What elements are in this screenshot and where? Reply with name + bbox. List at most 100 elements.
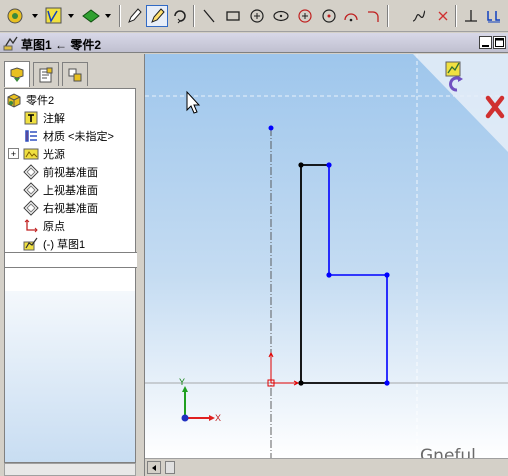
canvas-horizontal-scrollbar[interactable] [145,458,508,476]
tree-item-annotations[interactable]: 注解 [23,109,65,126]
minimize-icon [482,45,489,47]
toolbar-separator [193,5,195,27]
property-manager-icon [39,67,53,82]
configuration-manager-icon [68,68,82,81]
annotation-icon [23,110,39,126]
sketch-pencil-button[interactable] [123,5,145,27]
sketch-point[interactable] [326,272,332,278]
rotate-icon [174,10,186,24]
arrow-left-icon [152,464,156,471]
spline-button[interactable] [408,5,430,27]
line-button[interactable] [198,5,220,27]
tree-root-label: 零件2 [26,94,55,107]
tree-item-material[interactable]: 材质 <未指定> [23,127,114,144]
tree-item-label: 光源 [43,148,65,161]
sketch-relation-icon [45,7,74,24]
rectangle-button[interactable] [222,5,244,27]
graphics-area[interactable]: Y X Gneful [145,54,508,458]
sketch-toolbar [0,0,508,32]
sketch-icon [23,236,39,252]
smart-dimension-button[interactable] [4,5,40,27]
sketch-pencil-icon [128,8,142,23]
tree-item-label: 材质 <未指定> [43,130,114,143]
sketch-relation-button[interactable] [43,5,79,27]
toolbar-separator [387,5,389,27]
origin-icon [23,218,39,234]
tangent-arc-button[interactable] [294,5,316,27]
view-triad [181,386,215,422]
tree-item-origin[interactable]: 原点 [23,217,65,234]
exit-sketch-corner-icon[interactable] [445,61,461,77]
centerline-endpoint[interactable] [268,125,274,131]
sagitta-arc-button[interactable] [362,5,384,27]
plane-icon [23,163,39,180]
centerpoint-arc-icon [344,13,358,22]
toolbar-separator [119,5,121,27]
scroll-left-button[interactable] [147,461,161,474]
sketch-canvas: Y X [145,54,508,458]
tree-item-label: 右视基准面 [43,202,98,215]
feature-tree: 零件2 注解 材质 <未指定> + 光源 前视基准面 上视基准面 右视基准面 原… [4,88,137,309]
window-title: 草图1 ← 零件2 [21,38,102,52]
rapid-sketch-icon [151,8,165,23]
three-point-arc-button[interactable] [318,5,340,27]
spline-icon [412,10,426,22]
tree-item-right-plane[interactable]: 右视基准面 [23,199,98,216]
perpendicular-button[interactable] [460,5,482,27]
scroll-thumb[interactable] [165,461,175,474]
delete-button[interactable] [432,5,454,27]
sketch-point[interactable] [384,380,390,386]
tree-splitter[interactable] [5,252,137,268]
panel-horizontal-scrollbar[interactable] [4,463,136,476]
expand-toggle-icon[interactable]: + [8,148,19,159]
minimize-button[interactable] [479,36,492,49]
tab-property-manager[interactable] [33,62,59,86]
tab-feature-manager[interactable] [4,61,30,87]
maximize-icon [495,38,504,47]
sketch-point[interactable] [326,162,332,168]
tree-item-label: 前视基准面 [43,166,98,179]
tree-item-label: 注解 [43,112,65,125]
sketch-point[interactable] [298,162,304,168]
tree-item-label: (-) 草图1 [43,238,86,251]
feature-tree-icon [10,66,24,82]
maximize-button[interactable] [493,36,506,49]
rotate-button[interactable] [169,5,191,27]
exit-sketch-button[interactable] [483,5,505,27]
feature-manager-panel: 零件2 注解 材质 <未指定> + 光源 前视基准面 上视基准面 右视基准面 原… [0,54,145,476]
mouse-cursor-icon [186,90,201,114]
delete-icon [438,11,448,21]
watermark-text: Gneful [420,446,476,458]
plane-icon [23,181,39,198]
line-icon [203,9,215,23]
lights-icon [23,146,39,162]
smart-dimension-icon [7,8,38,24]
tree-item-label: 原点 [43,220,65,233]
display-style-button[interactable] [80,5,116,27]
triad-y-label: Y [179,377,185,387]
tree-root-part[interactable]: 零件2 [6,91,54,108]
material-icon [23,128,39,144]
tree-item-top-plane[interactable]: 上视基准面 [23,181,98,198]
tangent-arc-icon [298,9,312,23]
triad-x-label: X [215,413,221,423]
tree-item-label: 上视基准面 [43,184,98,197]
centerpoint-arc-button[interactable] [340,5,362,27]
display-style-icon [82,9,111,23]
plane-icon [23,199,39,216]
part-icon [6,92,22,108]
perpendicular-icon [465,10,477,22]
tree-item-sketch1[interactable]: (-) 草图1 [23,235,85,252]
sketch-point[interactable] [384,272,390,278]
tree-item-front-plane[interactable]: 前视基准面 [23,163,98,180]
tab-configuration-manager[interactable] [62,62,88,86]
sketch-document-icon [3,36,18,51]
exit-sketch-icon [487,11,500,23]
ellipse-button[interactable] [270,5,292,27]
tree-item-lights[interactable]: + 光源 [8,145,65,162]
rapid-sketch-button[interactable] [146,5,168,27]
ellipse-icon [273,10,289,22]
sagitta-arc-icon [368,11,379,22]
sketch-point[interactable] [298,380,304,386]
circle-button[interactable] [246,5,268,27]
